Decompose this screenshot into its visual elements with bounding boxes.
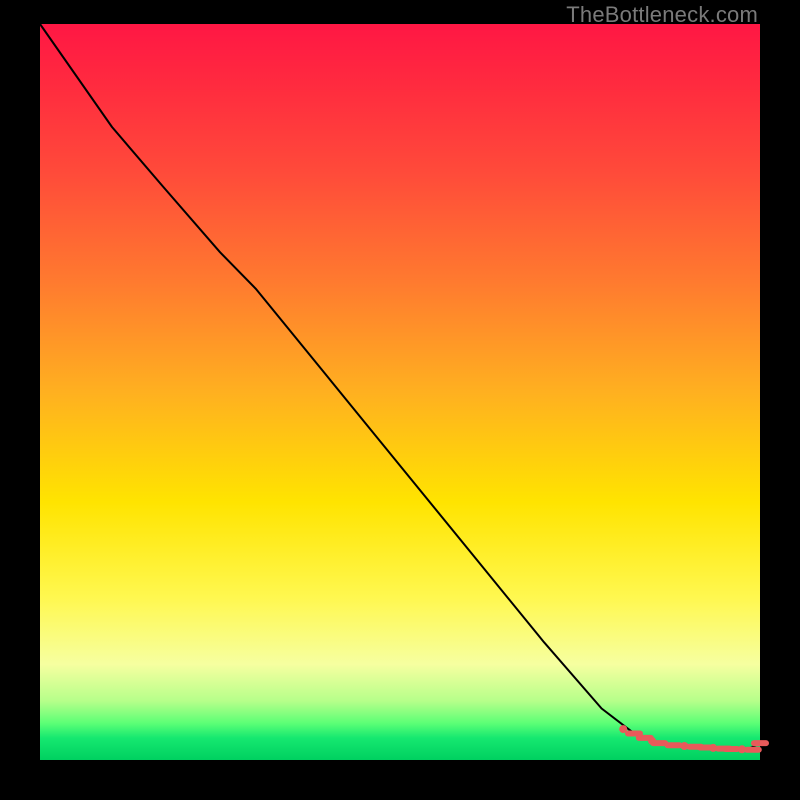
chart-frame: TheBottleneck.com <box>0 0 800 800</box>
bottleneck-curve <box>40 24 760 750</box>
chart-overlay <box>40 24 760 760</box>
threshold-markers <box>619 725 766 753</box>
